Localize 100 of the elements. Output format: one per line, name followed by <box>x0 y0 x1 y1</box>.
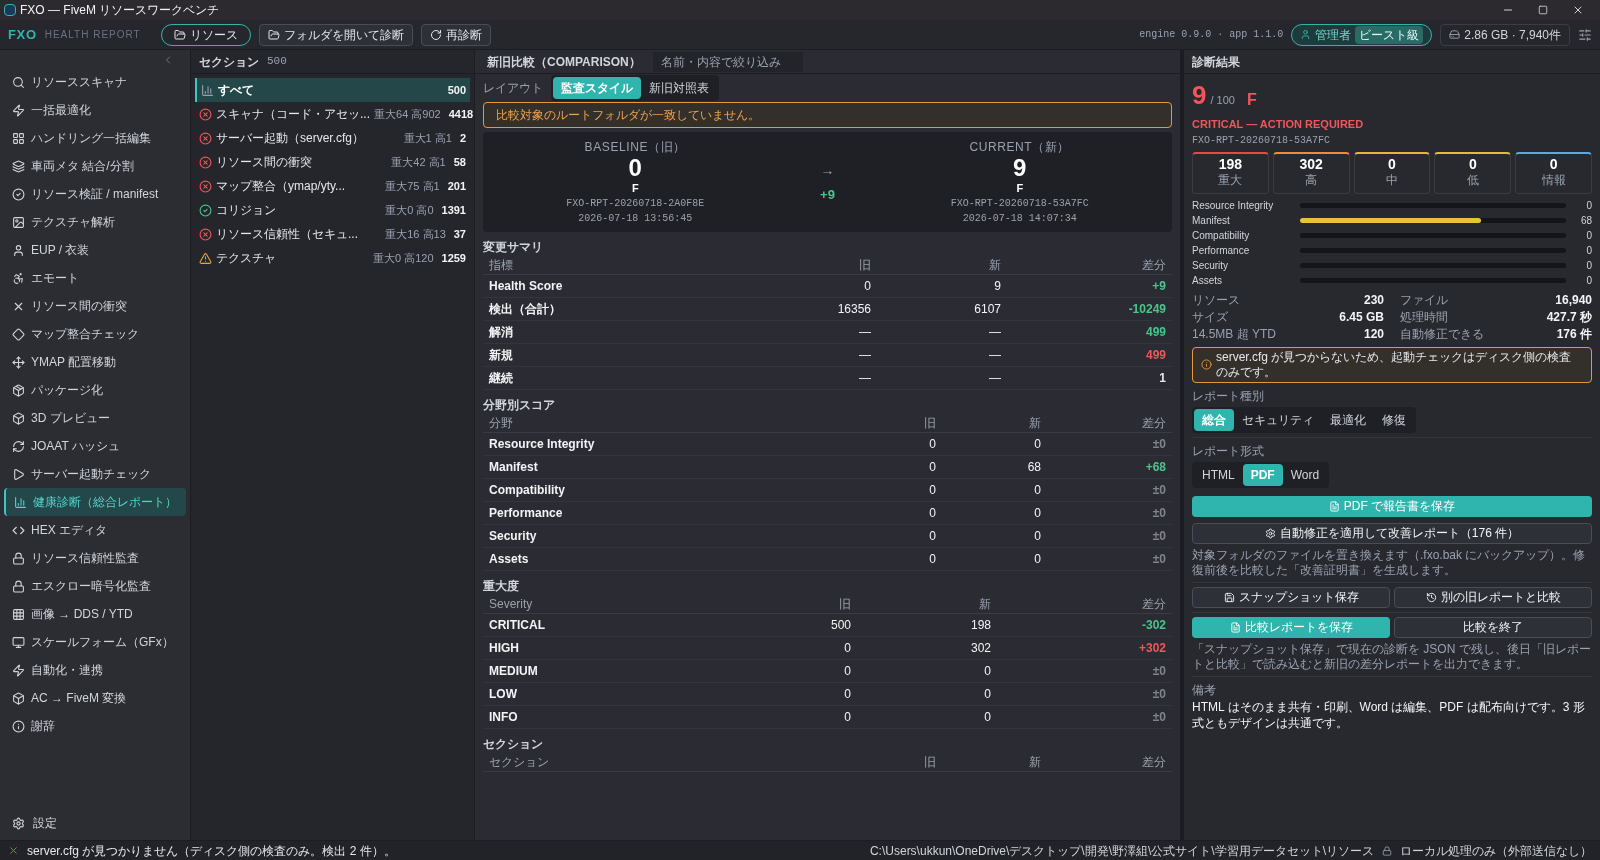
panel-title: 診断結果 <box>1192 53 1240 71</box>
table-cell-text: 0 <box>929 459 936 476</box>
remarks-text: HTML はそのまま共有・印刷、Word は編集、PDF は配布向けです。3 形式ともデザインは共通です。 <box>1192 698 1586 731</box>
report-score: 9 <box>1013 155 1027 180</box>
format-tab[interactable]: Word <box>1282 463 1328 486</box>
report-type-tab[interactable]: セキュリティ <box>1234 408 1322 431</box>
section-count: 2 <box>459 130 466 146</box>
close-icon[interactable] <box>1572 4 1584 16</box>
section-item[interactable]: すべて 500 <box>195 78 470 102</box>
section-item[interactable]: コリジョン 重大0 高0 1391 <box>195 198 470 222</box>
section-meta: 重大75 高1 <box>385 178 440 194</box>
section-item[interactable]: リソース信頼性（セキュ... 重大16 高13 37 <box>195 222 470 246</box>
severity-label: 中 <box>1386 172 1398 189</box>
table-cell-text: Health Score <box>489 278 564 295</box>
settings-icon[interactable] <box>1578 27 1592 42</box>
sidebar-item[interactable]: サーバー起動チェック <box>4 460 186 488</box>
sidebar-item[interactable]: JOAAT ハッシュ <box>4 432 186 460</box>
error-icon <box>199 179 212 193</box>
sidebar-item[interactable]: 3D プレビュー <box>4 404 186 432</box>
section-item[interactable]: サーバー起動（server.cfg） 重大1 高1 2 <box>195 126 470 150</box>
score-max: / 100 <box>1210 92 1235 108</box>
sidebar-item[interactable]: 車両メタ 結合/分割 <box>4 152 186 180</box>
sidebar-item[interactable]: リソーススキャナ <box>4 68 186 96</box>
severity-label: 高 <box>1305 172 1318 189</box>
sidebar-item[interactable]: 画像 → DDS / YTD <box>4 600 186 628</box>
column-header: セクション <box>489 753 550 771</box>
report-type-tab[interactable]: 修復 <box>1374 408 1414 431</box>
table-cell-text: 0 <box>929 436 936 453</box>
column-header: 差分 <box>1142 595 1166 613</box>
severity-label: 情報 <box>1541 172 1566 189</box>
table-cell-text: 0 <box>844 640 851 657</box>
sidebar-item[interactable]: パッケージ化 <box>4 376 186 404</box>
table-cell-text: 0 <box>1034 436 1041 453</box>
refresh-icon <box>429 28 442 41</box>
severity-count: 302 <box>1299 157 1323 171</box>
column-header: 旧 <box>924 414 936 432</box>
maximize-icon[interactable] <box>1538 5 1548 15</box>
rescan-button[interactable]: 再診断 <box>420 23 491 46</box>
open-folder-button[interactable]: フォルダを開いて診断 <box>258 23 413 46</box>
column-header: 新 <box>989 256 1001 274</box>
check-circle-icon <box>12 187 25 201</box>
section-meta: 重大0 高120 <box>373 250 434 266</box>
stat-label: 処理時間 <box>1400 309 1448 326</box>
table-title: 重大度 <box>483 578 520 594</box>
sidebar-item[interactable]: EUP / 衣装 <box>4 236 186 264</box>
section-count: 37 <box>453 226 466 242</box>
error-icon <box>8 845 19 856</box>
sidebar-item[interactable]: リソース検証 / manifest <box>4 180 186 208</box>
layout-tab[interactable]: 新旧対照表 <box>641 77 717 99</box>
sidebar-item[interactable]: 自動化・連携 <box>4 656 186 684</box>
table-cell-text: 0 <box>929 551 936 568</box>
table-cell-text: INFO <box>489 709 519 726</box>
section-item[interactable]: テクスチャ 重大0 高120 1259 <box>195 246 470 270</box>
sidebar-item[interactable]: スケールフォーム（GFx） <box>4 628 186 656</box>
sidebar-item[interactable]: HEX エディタ <box>4 516 186 544</box>
sidebar-item[interactable]: 健康診断（総合レポート） <box>4 488 186 516</box>
stat-label: サイズ <box>1192 309 1228 326</box>
sidebar-item[interactable]: エスクロー暗号化監査 <box>4 572 186 600</box>
sidebar-item[interactable]: テクスチャ解析 <box>4 208 186 236</box>
sidebar-item[interactable]: ハンドリング一括編集 <box>4 124 186 152</box>
stat-value: 427.7 秒 <box>1546 309 1592 326</box>
user-pill[interactable]: 管理者 ビースト級 <box>1291 23 1433 46</box>
section-count: 500 <box>447 82 466 98</box>
table-cell-text: MEDIUM <box>489 663 539 680</box>
checker-icon <box>12 607 25 621</box>
sidebar-item[interactable]: 一括最適化 <box>4 96 186 124</box>
table-cell-text: 検出（合計） <box>489 301 562 318</box>
stat-value: 230 <box>1363 292 1384 309</box>
lock-icon <box>1382 845 1392 856</box>
rank-badge: ビースト級 <box>1355 25 1424 44</box>
document-icon <box>1229 621 1241 633</box>
report-label: CURRENT（新） <box>969 138 1071 156</box>
section-item[interactable]: マップ整合（ymap/yty... 重大75 高1 201 <box>195 174 470 198</box>
warning-text: server.cfg が見つからないため、起動チェックはディスク側の検査のみです。 <box>1216 349 1573 380</box>
sidebar-item[interactable]: リソース間の衝突 <box>4 292 186 320</box>
autofix-button[interactable]: 自動修正を適用して改善レポート（176 件） <box>1192 522 1592 544</box>
table-cell-text: Manifest <box>489 459 539 476</box>
sidebar-item[interactable]: 謝辞 <box>4 712 186 740</box>
section-meta: 重大0 高0 <box>385 202 434 218</box>
section-count: 1259 <box>441 250 466 266</box>
format-tab[interactable]: HTML <box>1194 463 1243 486</box>
sidebar-item[interactable]: YMAP 配置移動 <box>4 348 186 376</box>
snapshot-button[interactable]: スナップショット保存 <box>1192 586 1390 608</box>
section-item[interactable]: リソース間の衝突 重大42 高1 58 <box>195 150 470 174</box>
sidebar-item[interactable]: リソース信頼性監査 <box>4 544 186 572</box>
report-type-tab[interactable]: 最適化 <box>1322 408 1374 431</box>
error-icon <box>199 107 212 121</box>
brand-subtitle: HEALTH REPORT <box>44 28 141 42</box>
cube-icon <box>12 411 25 425</box>
table-cell-text: Security <box>489 528 538 545</box>
table-cell-text: — <box>859 324 871 341</box>
sidebar-item[interactable]: マップ整合チェック <box>4 320 186 348</box>
end-comparison-button[interactable]: 比較を終了 <box>1394 616 1592 638</box>
filter-field[interactable]: 名前・内容で絞り込み <box>652 51 803 72</box>
table-cell-text: — <box>989 324 1001 341</box>
version-text: engine 0.9.0 · app 1.1.0 <box>1139 28 1284 42</box>
sidebar-item[interactable]: エモート <box>4 264 186 292</box>
compare-button[interactable]: 別の旧レポートと比較 <box>1394 586 1592 608</box>
settings-item[interactable]: 設定 <box>0 810 190 836</box>
sidebar-item[interactable]: AC → FiveM 変換 <box>4 684 186 712</box>
